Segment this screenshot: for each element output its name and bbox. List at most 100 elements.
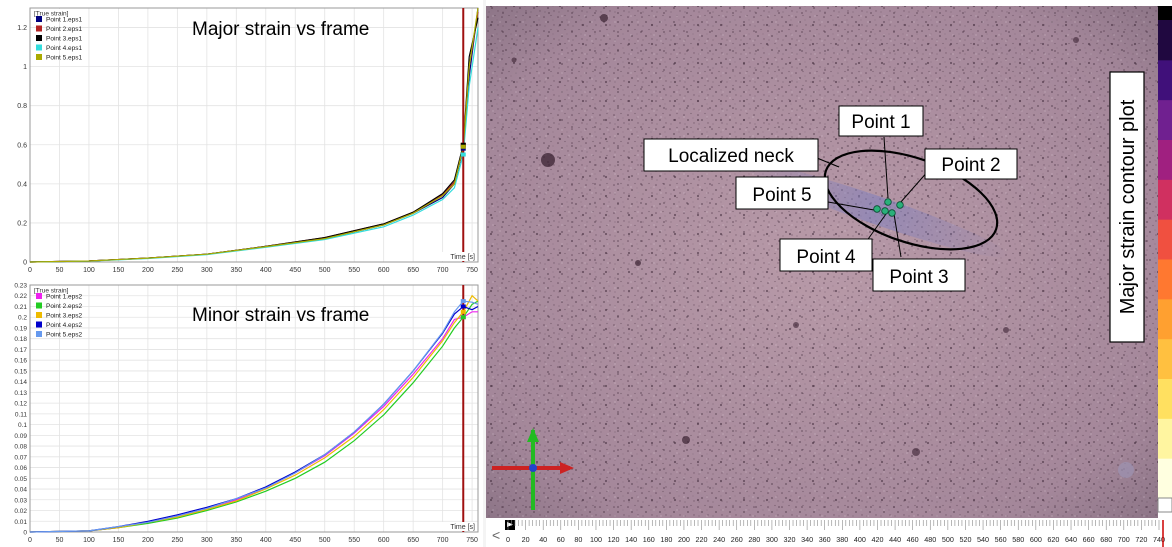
- figure: 0 0.2 0.4 0.6 0.8 1 1.2 0 50 100 150 200 250 300 350 40…: [0, 0, 1172, 547]
- timeline-label: 180: [660, 535, 672, 544]
- marker-point-2[interactable]: [896, 201, 904, 209]
- cursor-point-5: [460, 299, 466, 304]
- timeline-scroll-left-icon[interactable]: <: [492, 527, 500, 543]
- x-tick-label: 50: [56, 537, 64, 544]
- legend-swatch-4: [36, 321, 42, 328]
- y-tick-label: 0.07: [14, 454, 27, 461]
- y-tick-label: 0.18: [14, 336, 27, 343]
- colorbar-segment: [1158, 219, 1172, 260]
- timeline-label: 640: [1065, 535, 1077, 544]
- x-tick-label: 650: [407, 267, 419, 274]
- y-tick-label: 0.2: [17, 220, 27, 227]
- x-tick-label: 700: [437, 537, 449, 544]
- timeline-label: 440: [889, 535, 901, 544]
- cursor-point-2: [460, 315, 466, 320]
- x-tick-label: 250: [172, 537, 184, 544]
- colorbar-segment: [1158, 139, 1172, 180]
- x-tick-label: 650: [407, 537, 419, 544]
- x-axis-label: Time [s]: [450, 524, 475, 531]
- x-tick-label: 500: [319, 537, 331, 544]
- y-tick-labels: 0 0.2 0.4 0.6 0.8 1 1.2: [17, 25, 27, 266]
- timeline-label: 40: [539, 535, 547, 544]
- timeline-label: 120: [608, 535, 620, 544]
- timeline-label: 360: [819, 535, 831, 544]
- y-tick-label: 0.02: [14, 508, 27, 515]
- colorbar-segment: [1158, 378, 1172, 419]
- marker-point-3[interactable]: [888, 209, 896, 217]
- x-tick-labels: 0 50 100 150 200 250 300 350 400 450 500 550 600 650 7…: [28, 267, 478, 274]
- marker-point-5[interactable]: [873, 205, 881, 213]
- y-tick-label: 0: [23, 260, 27, 267]
- x-tick-label: 150: [113, 537, 125, 544]
- y-tick-label: 0.22: [14, 293, 27, 300]
- y-tick-label: 0.03: [14, 497, 27, 504]
- callout-localized-neck: Localized neck: [668, 146, 794, 167]
- y-tick-label: 0.16: [14, 358, 27, 365]
- callout-point-5: Point 5: [752, 185, 811, 206]
- timeline-label: 620: [1047, 535, 1059, 544]
- timeline-label: 580: [1012, 535, 1024, 544]
- timeline-label: 60: [557, 535, 565, 544]
- timeline-label: 540: [977, 535, 989, 544]
- x-tick-labels: 0 50 100 150 200 250 300 350 400 450 500 550 600 650 7…: [28, 537, 478, 544]
- y-tick-label: 0.11: [15, 411, 28, 418]
- legend-swatch-5: [36, 54, 42, 60]
- x-tick-label: 0: [28, 537, 32, 544]
- x-tick-label: 450: [289, 267, 301, 274]
- timeline[interactable]: < 0 20 40 60 80 100 120 140 160 180 200 220 240 260 28…: [486, 518, 1172, 547]
- x-axis-label: Time [s]: [450, 254, 475, 261]
- colorbar-segment: [1158, 99, 1172, 140]
- x-tick-label: 200: [142, 537, 154, 544]
- timeline-label: 380: [836, 535, 848, 544]
- timeline-label: 680: [1100, 535, 1112, 544]
- y-tick-label: 0.21: [14, 304, 27, 311]
- flag-icon[interactable]: [505, 520, 515, 530]
- timeline-label: 500: [942, 535, 954, 544]
- colorbar-segment: [1158, 179, 1172, 220]
- y-tick-label: 0.6: [17, 142, 27, 149]
- y-tick-label: 0: [23, 530, 27, 537]
- y-tick-label: 0.06: [14, 465, 27, 472]
- y-tick-label: 0.04: [14, 487, 27, 494]
- cursor-point-4: [460, 304, 466, 309]
- y-tick-label: 0.05: [14, 476, 27, 483]
- legend-swatch-4: [36, 44, 42, 51]
- legend-swatch-2: [36, 302, 42, 309]
- y-tick-label: 0.8: [17, 103, 27, 110]
- cursor-points: [460, 142, 466, 157]
- timeline-label: 140: [625, 535, 637, 544]
- legend-label-4: Point 4.eps2: [46, 322, 83, 329]
- legend-label-1: Point 1.eps2: [46, 294, 83, 301]
- timeline-label: 300: [766, 535, 778, 544]
- legend-swatch-5: [36, 331, 42, 337]
- x-tick-label: 50: [56, 267, 64, 274]
- y-tick-label: 0.08: [14, 444, 27, 451]
- legend-label-5: Point 5.eps1: [46, 55, 83, 62]
- timeline-label: 480: [924, 535, 936, 544]
- legend-swatch-2: [36, 25, 42, 32]
- marker-point-1[interactable]: [884, 198, 892, 206]
- chart-title: Minor strain vs frame: [192, 305, 369, 326]
- x-tick-label: 0: [28, 267, 32, 274]
- timeline-label: 20: [522, 535, 530, 544]
- callout-point-2: Point 2: [941, 155, 1000, 176]
- colorbar-segment: [1158, 298, 1172, 340]
- marker-point-4[interactable]: [881, 207, 889, 215]
- x-tick-label: 100: [83, 267, 95, 274]
- colorbar-segment: [1158, 458, 1172, 499]
- y-tick-label: 0.14: [14, 379, 27, 386]
- cursor-point-5: [460, 144, 466, 149]
- colorbar: [1157, 6, 1172, 518]
- x-tick-label: 750: [466, 267, 478, 274]
- timeline-label: 240: [713, 535, 725, 544]
- x-tick-label: 400: [260, 537, 272, 544]
- x-tick-label: 150: [113, 267, 125, 274]
- y-tick-label: 0.2: [18, 315, 27, 322]
- timeline-label: 260: [731, 535, 743, 544]
- legend-label-3: Point 3.eps1: [46, 36, 83, 43]
- x-tick-label: 550: [348, 537, 360, 544]
- timeline-label: 600: [1030, 535, 1042, 544]
- x-tick-label: 600: [378, 267, 390, 274]
- y-tick-label: 0.23: [14, 283, 27, 290]
- timeline-label: 560: [995, 535, 1007, 544]
